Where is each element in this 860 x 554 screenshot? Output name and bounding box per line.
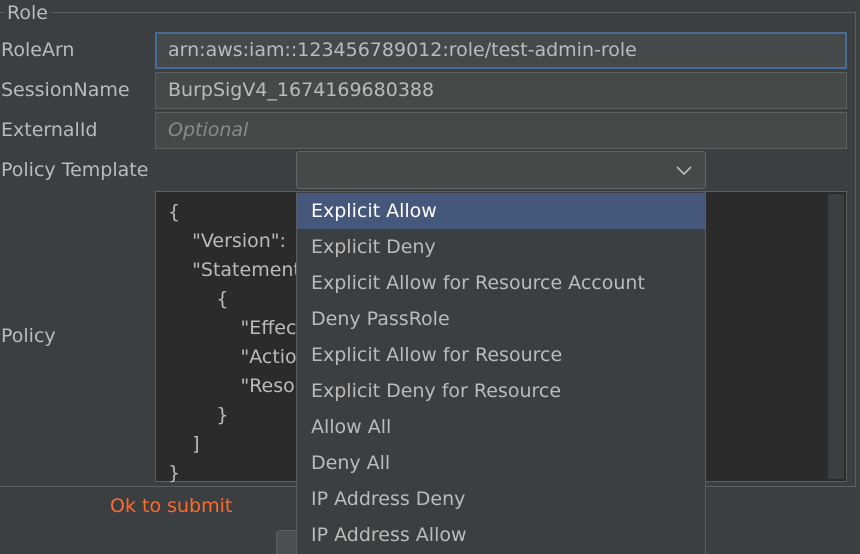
role-panel: Role RoleArn arn:aws:iam::123456789012:r… xyxy=(0,0,860,554)
dropdown-option-explicit-deny[interactable]: Explicit Deny xyxy=(297,229,705,265)
session-name-value: BurpSigV4_1674169680388 xyxy=(168,79,435,101)
dropdown-option-explicit-allow-resource[interactable]: Explicit Allow for Resource xyxy=(297,337,705,373)
chevron-down-icon[interactable] xyxy=(675,161,693,179)
policy-line: "Actio xyxy=(168,346,297,368)
role-arn-input[interactable]: arn:aws:iam::123456789012:role/test-admi… xyxy=(155,32,847,69)
dropdown-option-deny-all[interactable]: Deny All xyxy=(297,445,705,481)
status-message: Ok to submit xyxy=(110,495,233,517)
policy-line: } xyxy=(168,404,229,426)
policy-template-combo[interactable] xyxy=(296,151,706,189)
policy-scrollbar[interactable] xyxy=(828,194,844,479)
policy-template-label: Policy Template xyxy=(1,159,149,181)
policy-line: ] xyxy=(168,433,200,455)
external-id-input[interactable]: Optional xyxy=(155,112,847,149)
dropdown-option-ip-address-deny[interactable]: IP Address Deny xyxy=(297,481,705,517)
policy-line: } xyxy=(168,462,181,484)
dropdown-option-ip-address-allow[interactable]: IP Address Allow xyxy=(297,517,705,553)
policy-label: Policy xyxy=(1,325,56,347)
policy-line: "Statement xyxy=(168,259,301,281)
role-arn-value: arn:aws:iam::123456789012:role/test-admi… xyxy=(168,39,637,61)
policy-line: { xyxy=(168,288,229,310)
policy-line: "Effec xyxy=(168,317,297,339)
session-name-input[interactable]: BurpSigV4_1674169680388 xyxy=(155,72,847,109)
dropdown-option-explicit-deny-resource[interactable]: Explicit Deny for Resource xyxy=(297,373,705,409)
policy-text: { "Version": "Statement { "Effec "Actio … xyxy=(168,198,301,488)
policy-template-dropdown: Explicit Allow Explicit Deny Explicit Al… xyxy=(296,191,706,554)
policy-line: "Reso xyxy=(168,375,295,397)
dropdown-option-allow-all[interactable]: Allow All xyxy=(297,409,705,445)
dropdown-option-deny-passrole[interactable]: Deny PassRole xyxy=(297,301,705,337)
external-id-placeholder: Optional xyxy=(168,119,249,141)
group-title: Role xyxy=(4,1,52,25)
session-name-label: SessionName xyxy=(1,79,130,101)
external-id-label: ExternalId xyxy=(1,119,98,141)
policy-line: "Version": xyxy=(168,230,286,252)
dropdown-option-explicit-allow[interactable]: Explicit Allow xyxy=(297,193,705,229)
role-arn-label: RoleArn xyxy=(1,39,75,61)
policy-line: { xyxy=(168,201,181,223)
dropdown-option-explicit-allow-resource-account[interactable]: Explicit Allow for Resource Account xyxy=(297,265,705,301)
